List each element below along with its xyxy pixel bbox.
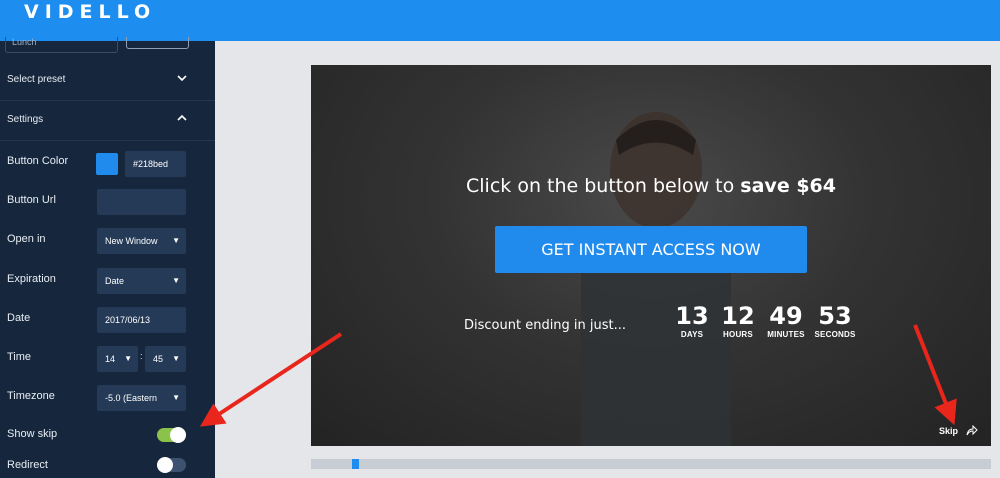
- redirect-toggle[interactable]: [157, 457, 186, 473]
- time-hour-select[interactable]: 14 ▼: [97, 346, 138, 372]
- countdown-unit: DAYS: [680, 330, 704, 339]
- button-url-label: Button Url: [7, 194, 56, 206]
- chevron-up-icon: [177, 114, 187, 121]
- countdown-unit: SECONDS: [814, 330, 856, 339]
- redirect-label: Redirect: [7, 459, 48, 471]
- open-in-value: New Window: [105, 236, 158, 246]
- date-input[interactable]: 2017/06/13: [97, 307, 186, 333]
- countdown-unit: MINUTES: [767, 330, 805, 339]
- timezone-value: -5.0 (Eastern: [105, 393, 158, 403]
- select-preset-label: Select preset: [7, 74, 66, 85]
- share-arrow-icon: [966, 424, 978, 436]
- dropdown-arrow-icon: ▼: [172, 276, 180, 285]
- select-preset-section[interactable]: Select preset: [0, 61, 215, 101]
- countdown-hours: 12 HOURS: [718, 302, 758, 339]
- show-skip-toggle[interactable]: [157, 427, 186, 443]
- timezone-select[interactable]: -5.0 (Eastern ▼: [97, 385, 186, 411]
- countdown-number: 49: [769, 302, 803, 330]
- dropdown-arrow-icon: ▼: [172, 354, 180, 363]
- top-bar: VIDELLO: [0, 0, 1000, 41]
- video-preview[interactable]: Click on the button below to save $64 GE…: [311, 65, 991, 446]
- time-label: Time: [7, 351, 32, 363]
- toggle-knob: [170, 427, 186, 443]
- countdown-unit: HOURS: [723, 330, 753, 339]
- skip-button[interactable]: Skip: [939, 424, 978, 436]
- countdown-days: 13 DAYS: [672, 302, 712, 339]
- expiration-label: Expiration: [7, 273, 56, 285]
- expiration-value: Date: [105, 276, 125, 286]
- show-skip-label: Show skip: [7, 428, 58, 440]
- countdown-number: 13: [675, 302, 709, 330]
- settings-section[interactable]: Settings: [0, 101, 215, 141]
- countdown-number: 53: [818, 302, 852, 330]
- cta-savings: save $64: [740, 175, 836, 197]
- date-label: Date: [7, 312, 31, 324]
- skip-label: Skip: [939, 426, 959, 436]
- dropdown-arrow-icon: ▼: [172, 393, 180, 402]
- button-color-label: Button Color: [7, 155, 69, 167]
- save-preset-button[interactable]: [126, 37, 189, 49]
- time-minute-select[interactable]: 45 ▼: [145, 346, 186, 372]
- get-instant-access-button[interactable]: GET INSTANT ACCESS NOW: [495, 226, 807, 273]
- timezone-label: Timezone: [7, 390, 55, 402]
- dropdown-arrow-icon: ▼: [172, 236, 180, 245]
- time-hour-value: 14: [105, 354, 116, 364]
- cta-text: Click on the button below to: [466, 175, 741, 197]
- video-progress-bar[interactable]: [311, 459, 991, 469]
- discount-text: Discount ending in just...: [464, 318, 627, 333]
- progress-handle[interactable]: [352, 459, 359, 469]
- preset-name-input[interactable]: Lunch: [5, 37, 118, 53]
- time-minute-value: 45: [153, 354, 164, 364]
- app-logo[interactable]: VIDELLO: [24, 1, 156, 23]
- countdown-minutes: 49 MINUTES: [763, 302, 809, 339]
- dropdown-arrow-icon: ▼: [124, 354, 132, 363]
- color-swatch[interactable]: [96, 153, 118, 175]
- cta-headline: Click on the button below to save $64: [311, 175, 991, 197]
- countdown-seconds: 53 SECONDS: [811, 302, 859, 339]
- settings-label: Settings: [7, 114, 44, 125]
- expiration-select[interactable]: Date ▼: [97, 268, 186, 294]
- countdown-number: 12: [721, 302, 755, 330]
- chevron-down-icon: [177, 75, 187, 82]
- open-in-select[interactable]: New Window ▼: [97, 228, 186, 254]
- open-in-label: Open in: [7, 233, 46, 245]
- button-color-input[interactable]: #218bed: [125, 151, 186, 177]
- sidebar: Lunch Select preset Settings Button Colo…: [0, 37, 215, 478]
- toggle-knob: [157, 457, 173, 473]
- button-url-input[interactable]: [97, 189, 186, 215]
- time-separator: :: [140, 351, 143, 361]
